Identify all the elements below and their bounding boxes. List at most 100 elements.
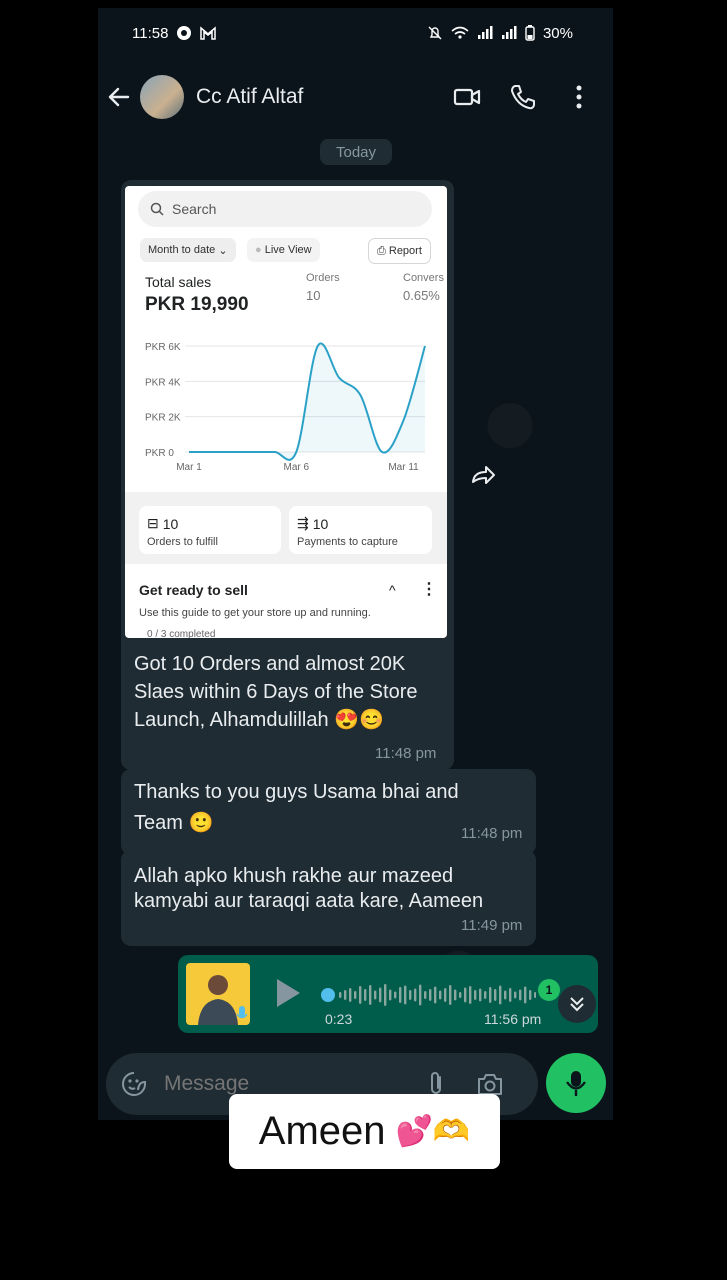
waveform-bar xyxy=(339,992,342,998)
total-sales-value: PKR 19,990 xyxy=(145,294,249,315)
text-message-bubble[interactable]: Thanks to you guys Usama bhai and Team 🙂… xyxy=(121,769,536,855)
waveform-bar xyxy=(509,988,512,1002)
orders-value: 10 xyxy=(306,288,321,303)
waveform-bar xyxy=(419,984,422,1006)
waveform-bar xyxy=(474,990,477,1000)
message-time: 11:48 pm xyxy=(461,825,523,842)
voice-time: 11:56 pm xyxy=(484,1011,542,1027)
waveform-bar xyxy=(354,991,357,999)
emoji-sticker-icon[interactable] xyxy=(120,1070,148,1098)
payments-to-capture-card: ⇶ 10 Payments to capture xyxy=(289,506,432,554)
waveform-bar xyxy=(359,986,362,1004)
waveform-bar xyxy=(479,988,482,1002)
message-text: Got 10 Orders and almost 20K Slaes withi… xyxy=(134,653,418,731)
battery-percent: 30% xyxy=(542,24,573,42)
voice-note-bubble[interactable]: 0:23 11:56 pm 1 xyxy=(178,955,598,1033)
search-icon xyxy=(150,202,164,216)
y-tick-label: PKR 2K xyxy=(145,413,181,424)
live-view-chip: ● Live View xyxy=(247,238,320,262)
waveform-bar xyxy=(409,990,412,1000)
y-tick-label: PKR 0 xyxy=(145,448,174,459)
contact-avatar[interactable] xyxy=(140,75,184,119)
waveform-bar xyxy=(404,985,407,1005)
waveform-bar xyxy=(489,987,492,1003)
mic-small-icon xyxy=(236,1006,248,1019)
story-text-sticker: Ameen 💕🫶 xyxy=(229,1094,500,1169)
y-tick-label: PKR 6K xyxy=(145,342,181,353)
forward-icon[interactable] xyxy=(468,460,498,490)
payment-icon: ⇶ xyxy=(297,515,309,531)
date-filter-label: Month to date xyxy=(148,244,216,256)
unread-badge: 1 xyxy=(538,979,560,1001)
store-dashboard-screenshot[interactable]: Search Month to date ⌄ ● Live View ⎙ Rep… xyxy=(125,186,447,638)
x-tick-label: Mar 1 xyxy=(176,462,202,473)
chat-header: Cc Atif Altaf xyxy=(98,63,613,131)
waveform-bar xyxy=(519,989,522,1001)
waveform-bar xyxy=(449,985,452,1005)
waveform-bar xyxy=(504,990,507,1000)
waveform-bar xyxy=(469,986,472,1004)
waveform-bar xyxy=(389,989,392,1001)
contact-name[interactable]: Cc Atif Altaf xyxy=(196,85,453,109)
waveform-bar xyxy=(394,991,397,999)
video-call-icon[interactable] xyxy=(453,83,481,111)
double-chevron-down-icon xyxy=(570,997,584,1012)
waveform-bar xyxy=(524,986,527,1004)
x-tick-label: Mar 11 xyxy=(388,462,419,473)
chat-screen: 11:58 30% Cc Atif Altaf Today Search Mon… xyxy=(98,8,613,1120)
voice-waveform[interactable] xyxy=(321,983,536,1007)
signal-icon-2 xyxy=(501,26,517,39)
live-dot-icon: ● xyxy=(255,244,262,256)
waveform-bar xyxy=(414,988,417,1002)
waveform-bar xyxy=(384,984,387,1006)
inbox-icon: ⊟ xyxy=(147,515,159,531)
waveform-bar xyxy=(459,992,462,998)
report-label: Report xyxy=(388,245,422,257)
report-chip: ⎙ Report xyxy=(368,238,431,264)
conversion-value: 0.65% xyxy=(403,288,440,303)
date-divider: Today xyxy=(320,139,392,165)
dashboard-search: Search xyxy=(138,191,432,227)
waveform-bar xyxy=(484,991,487,999)
chevron-up-icon: ^ xyxy=(389,582,396,598)
guide-more-icon: ⋮ xyxy=(421,581,437,598)
waveform-bar xyxy=(529,990,532,1000)
report-icon: ⎙ xyxy=(377,244,386,257)
waveform-bar xyxy=(369,985,372,1005)
payments-to-capture-value: 10 xyxy=(312,515,329,532)
wifi-icon xyxy=(451,26,469,39)
status-time: 11:58 xyxy=(132,24,169,42)
waveform-bar xyxy=(379,987,382,1003)
signal-icon xyxy=(477,26,493,39)
orders-to-fulfill-label: Orders to fulfill xyxy=(147,536,218,548)
chevron-down-icon: ⌄ xyxy=(218,244,228,257)
waveform-bar xyxy=(514,991,517,999)
waveform-bar xyxy=(454,989,457,1001)
status-bar: 11:58 30% xyxy=(132,20,573,46)
total-sales-label: Total sales xyxy=(145,274,212,290)
waveform-bar xyxy=(399,987,402,1003)
y-tick-label: PKR 4K xyxy=(145,377,181,388)
text-message-bubble[interactable]: Allah apko khush rakhe aur mazeed kamyab… xyxy=(121,850,536,946)
play-icon[interactable] xyxy=(274,977,302,1009)
guide-subtitle: Use this guide to get your store up and … xyxy=(139,607,371,619)
scroll-down-button[interactable] xyxy=(558,985,596,1023)
guide-title: Get ready to sell xyxy=(139,582,248,598)
more-options-icon[interactable] xyxy=(565,83,593,111)
voice-call-icon[interactable] xyxy=(509,83,537,111)
x-tick-label: Mar 6 xyxy=(283,462,309,473)
message-time: 11:48 pm xyxy=(375,745,437,762)
back-arrow-icon[interactable] xyxy=(106,84,132,110)
live-view-label: Live View xyxy=(264,244,312,256)
sticker-emojis: 💕🫶 xyxy=(395,1115,471,1148)
waveform-bar xyxy=(344,990,347,1000)
notification-icon xyxy=(177,26,192,40)
waveform-bar xyxy=(429,989,432,1001)
voice-record-button[interactable] xyxy=(546,1053,606,1113)
gmail-icon xyxy=(200,26,217,40)
image-message-bubble[interactable]: Search Month to date ⌄ ● Live View ⎙ Rep… xyxy=(121,180,454,770)
search-placeholder: Search xyxy=(172,201,217,217)
mute-icon xyxy=(428,26,442,40)
waveform-bar xyxy=(439,990,442,1000)
playback-position-dot[interactable] xyxy=(321,988,335,1002)
